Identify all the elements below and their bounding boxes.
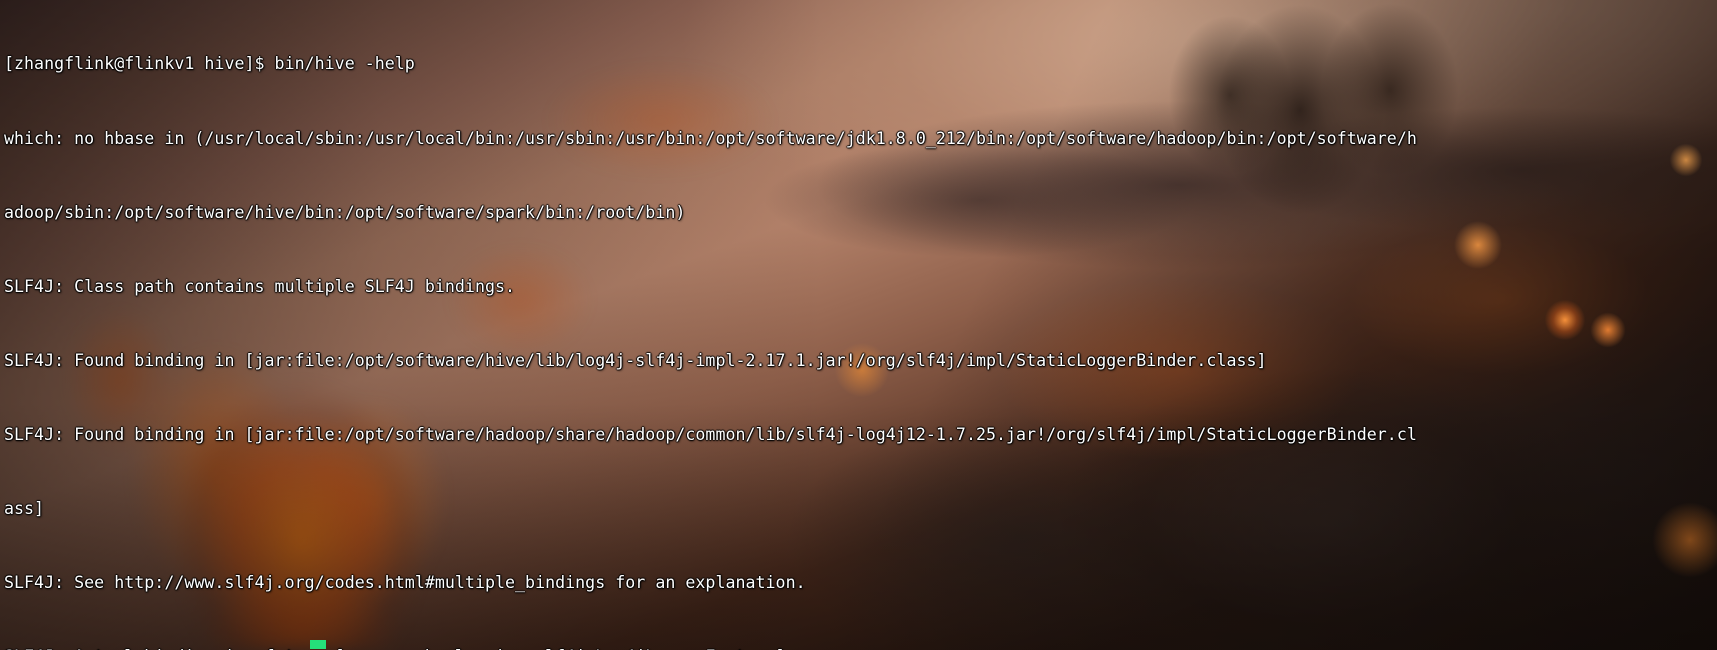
terminal-line-prompt: [zhangflink@flinkv1 hive]$ bin/hive -hel… bbox=[4, 54, 415, 74]
terminal-line: SLF4J: Found binding in [jar:file:/opt/s… bbox=[4, 350, 1267, 370]
terminal-line: SLF4J: See http://www.slf4j.org/codes.ht… bbox=[4, 573, 806, 593]
terminal-line: adoop/sbin:/opt/software/hive/bin:/opt/s… bbox=[4, 202, 686, 222]
terminal-line: ass] bbox=[4, 498, 45, 518]
terminal-output[interactable]: [zhangflink@flinkv1 hive]$ bin/hive -hel… bbox=[0, 0, 1717, 650]
terminal-window[interactable]: [zhangflink@flinkv1 hive]$ bin/hive -hel… bbox=[0, 0, 1717, 650]
terminal-line: SLF4J: Found binding in [jar:file:/opt/s… bbox=[4, 424, 1417, 444]
terminal-line: SLF4J: Class path contains multiple SLF4… bbox=[4, 276, 516, 296]
terminal-line: which: no hbase in (/usr/local/sbin:/usr… bbox=[4, 128, 1417, 148]
terminal-line: SLF4J: Actual binding is of type [org.ap… bbox=[4, 645, 1717, 650]
terminal-cursor bbox=[310, 640, 326, 649]
